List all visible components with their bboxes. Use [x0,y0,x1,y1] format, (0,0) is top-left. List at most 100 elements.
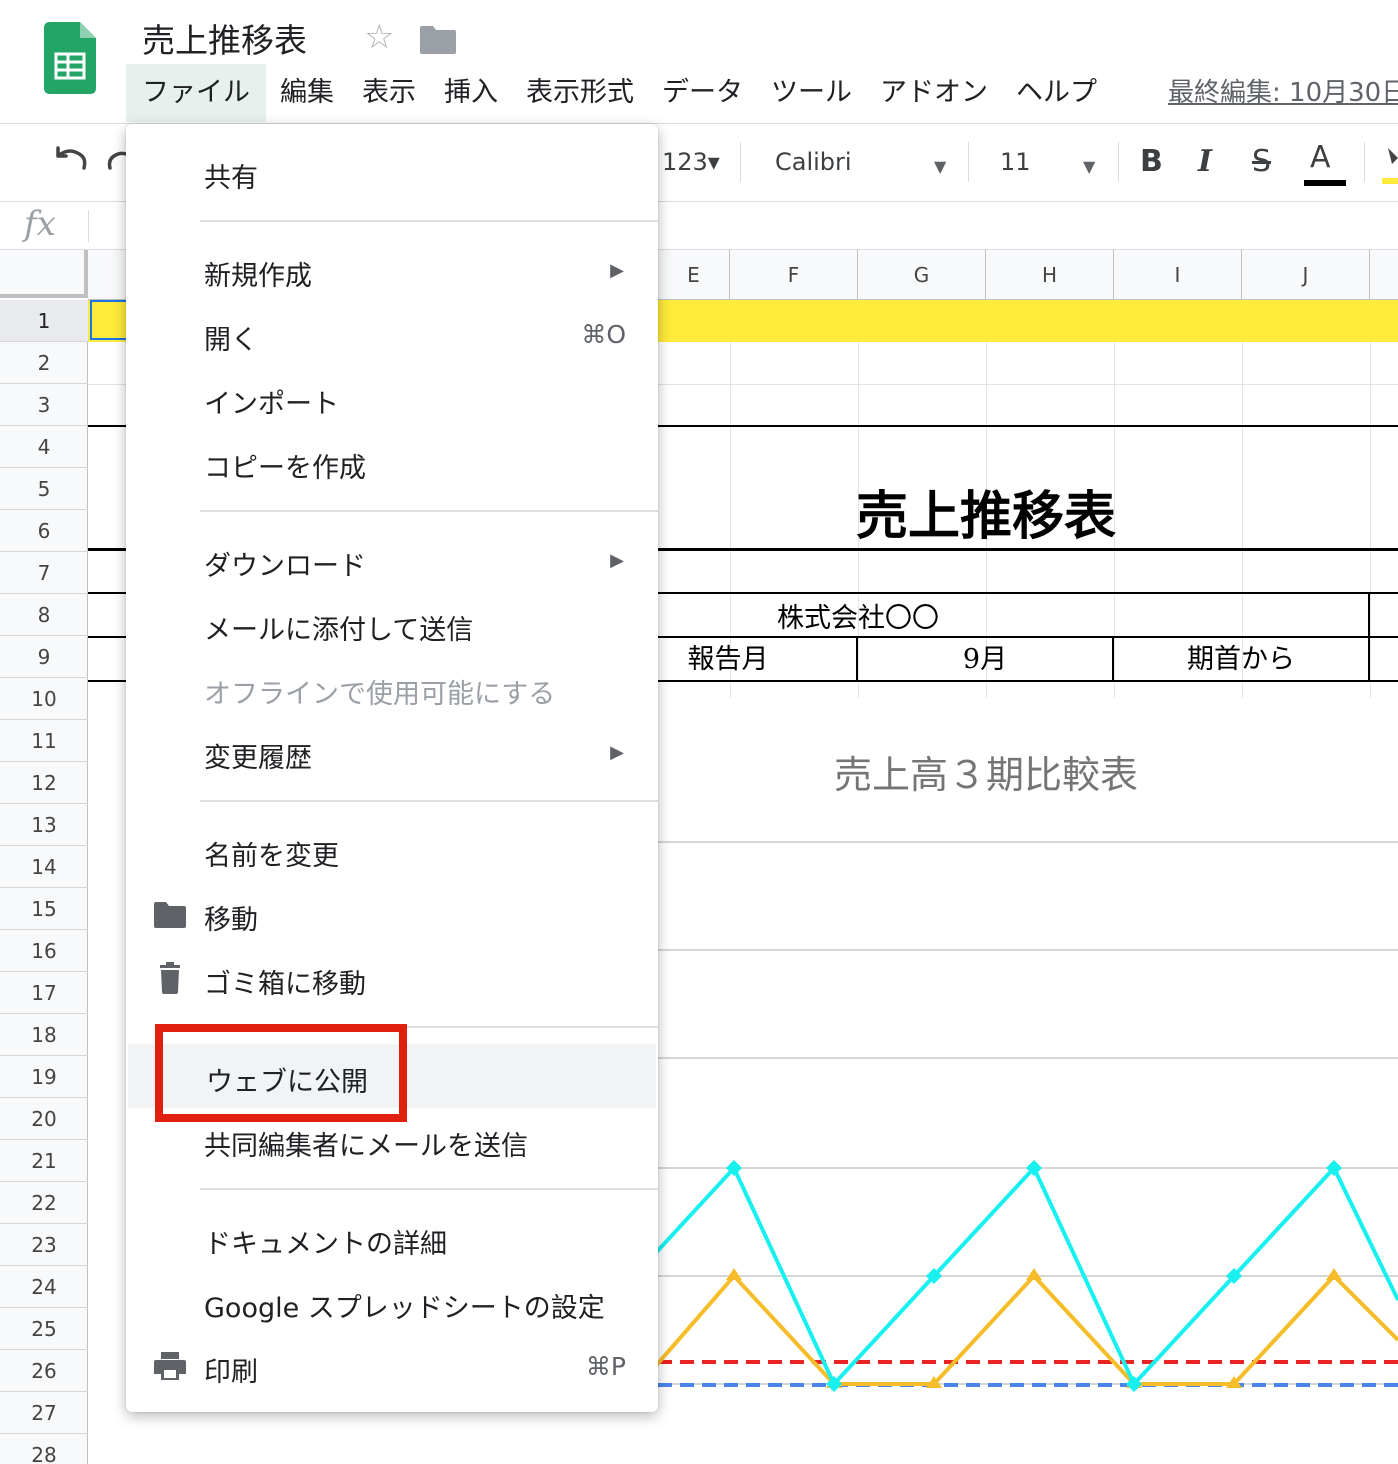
menu-tools[interactable]: ツール [757,64,866,122]
column-header-e[interactable]: E [658,250,730,300]
menu-item-label: 開く [204,325,258,356]
menu-insert[interactable]: 挿入 [430,64,512,122]
font-family-select[interactable]: Calibri [775,148,852,176]
row-header-11[interactable]: 11 [0,720,88,762]
row-header-19[interactable]: 19 [0,1056,88,1098]
menu-item-new[interactable]: 新規作成 ▶ [126,238,658,302]
redo-icon[interactable] [106,146,126,176]
menu-view[interactable]: 表示 [348,64,430,122]
row-header-17[interactable]: 17 [0,972,88,1014]
row-header-20[interactable]: 20 [0,1098,88,1140]
chevron-down-icon[interactable]: ▼ [934,157,946,176]
menu-data[interactable]: データ [648,64,757,122]
menu-item-label: 名前を変更 [204,841,339,872]
select-all-corner[interactable] [0,250,88,298]
menu-bar: ファイル 編集 表示 挿入 表示形式 データ ツール アドオン ヘルプ [126,64,1111,122]
menu-item-trash[interactable]: ゴミ箱に移動 [126,946,658,1010]
row-header-12[interactable]: 12 [0,762,88,804]
formula-separator [88,210,89,242]
row-header-7[interactable]: 7 [0,552,88,594]
star-icon[interactable]: ☆ [364,20,394,54]
row-header-16[interactable]: 16 [0,930,88,972]
row-header-13[interactable]: 13 [0,804,88,846]
menu-item-make-copy[interactable]: コピーを作成 [126,430,658,494]
fill-color-icon[interactable] [1382,144,1398,184]
last-edit-link[interactable]: 最終編集: 10月30日 [1168,72,1398,109]
menu-divider [200,510,658,512]
menu-item-settings[interactable]: Google スプレッドシートの設定 [126,1270,658,1334]
border-line [1368,592,1370,682]
document-title[interactable]: 売上推移表 [142,14,307,62]
toolbar-separator [1118,142,1119,182]
column-header-i[interactable]: I [1114,250,1242,300]
menu-item-email-attachment[interactable]: メールに添付して送信 [126,592,658,656]
menu-item-label: 共有 [204,163,258,194]
menu-edit[interactable]: 編集 [266,64,348,122]
menu-item-rename[interactable]: 名前を変更 [126,818,658,882]
column-header-j[interactable]: J [1242,250,1370,300]
bold-button[interactable]: B [1140,144,1163,179]
row-header-24[interactable]: 24 [0,1266,88,1308]
menu-item-label: コピーを作成 [204,453,366,484]
row-header-10[interactable]: 10 [0,678,88,720]
menu-item-open[interactable]: 開く ⌘O [126,302,658,366]
row-header-21[interactable]: 21 [0,1140,88,1182]
column-header-g[interactable]: G [858,250,986,300]
menu-item-print[interactable]: 印刷 ⌘P [126,1334,658,1398]
row-header-1[interactable]: 1 [0,300,88,342]
menu-item-document-details[interactable]: ドキュメントの詳細 [126,1206,658,1270]
row-header-3[interactable]: 3 [0,384,88,426]
menu-item-label: 変更履歴 [204,743,312,774]
menu-item-label: メールに添付して送信 [204,615,474,646]
report-month-label-cell[interactable]: 報告月 [658,640,798,680]
row-header-25[interactable]: 25 [0,1308,88,1350]
menu-format[interactable]: 表示形式 [512,64,648,122]
row-header-4[interactable]: 4 [0,426,88,468]
sheet-title-cell[interactable]: 売上推移表 [786,474,1186,549]
file-menu-dropdown: 共有 新規作成 ▶ 開く ⌘O インポート コピーを作成 ダウンロード ▶ メー… [126,124,658,1412]
menu-item-share[interactable]: 共有 [126,140,658,204]
menu-item-download[interactable]: ダウンロード ▶ [126,528,658,592]
number-format-button[interactable]: 123▾ [662,148,720,176]
row-header-27[interactable]: 27 [0,1392,88,1434]
text-color-button[interactable]: A [1310,140,1331,175]
row-header-22[interactable]: 22 [0,1182,88,1224]
row-header-15[interactable]: 15 [0,888,88,930]
column-header-f[interactable]: F [730,250,858,300]
company-cell[interactable]: 株式会社〇〇 [656,596,1060,635]
toolbar-separator [740,142,741,182]
menu-item-version-history[interactable]: 変更履歴 ▶ [126,720,658,784]
column-header-h[interactable]: H [986,250,1114,300]
annotation-highlight-box [155,1024,407,1122]
menu-divider [200,220,658,222]
menu-addons[interactable]: アドオン [866,64,1002,122]
row-header-8[interactable]: 8 [0,594,88,636]
menu-item-label: ダウンロード [204,551,366,582]
row-header-14[interactable]: 14 [0,846,88,888]
row-header-28[interactable]: 28 [0,1434,88,1464]
row-header-18[interactable]: 18 [0,1014,88,1056]
menu-file[interactable]: ファイル [126,64,266,122]
menu-item-label: Google スプレッドシートの設定 [204,1293,605,1324]
sheets-logo-icon[interactable] [44,22,96,94]
period-label-cell[interactable]: 期首から [1114,640,1368,680]
row-header-2[interactable]: 2 [0,342,88,384]
italic-button[interactable]: I [1198,144,1212,179]
folder-icon[interactable] [420,24,456,54]
menu-help[interactable]: ヘルプ [1002,64,1111,122]
row-header-9[interactable]: 9 [0,636,88,678]
row-header-6[interactable]: 6 [0,510,88,552]
menu-item-import[interactable]: インポート [126,366,658,430]
report-month-value-cell[interactable]: 9月 [858,640,1112,680]
submenu-arrow-icon: ▶ [610,260,624,281]
font-size-select[interactable]: 11 [1000,148,1031,176]
menu-item-label: インポート [204,389,339,420]
strikethrough-button[interactable]: S [1252,144,1271,179]
row-header-26[interactable]: 26 [0,1350,88,1392]
chevron-down-icon[interactable]: ▼ [1083,157,1095,176]
row-header-5[interactable]: 5 [0,468,88,510]
menu-item-shortcut: ⌘P [585,1352,626,1381]
undo-icon[interactable] [52,146,88,176]
menu-item-move[interactable]: 移動 [126,882,658,946]
row-header-23[interactable]: 23 [0,1224,88,1266]
